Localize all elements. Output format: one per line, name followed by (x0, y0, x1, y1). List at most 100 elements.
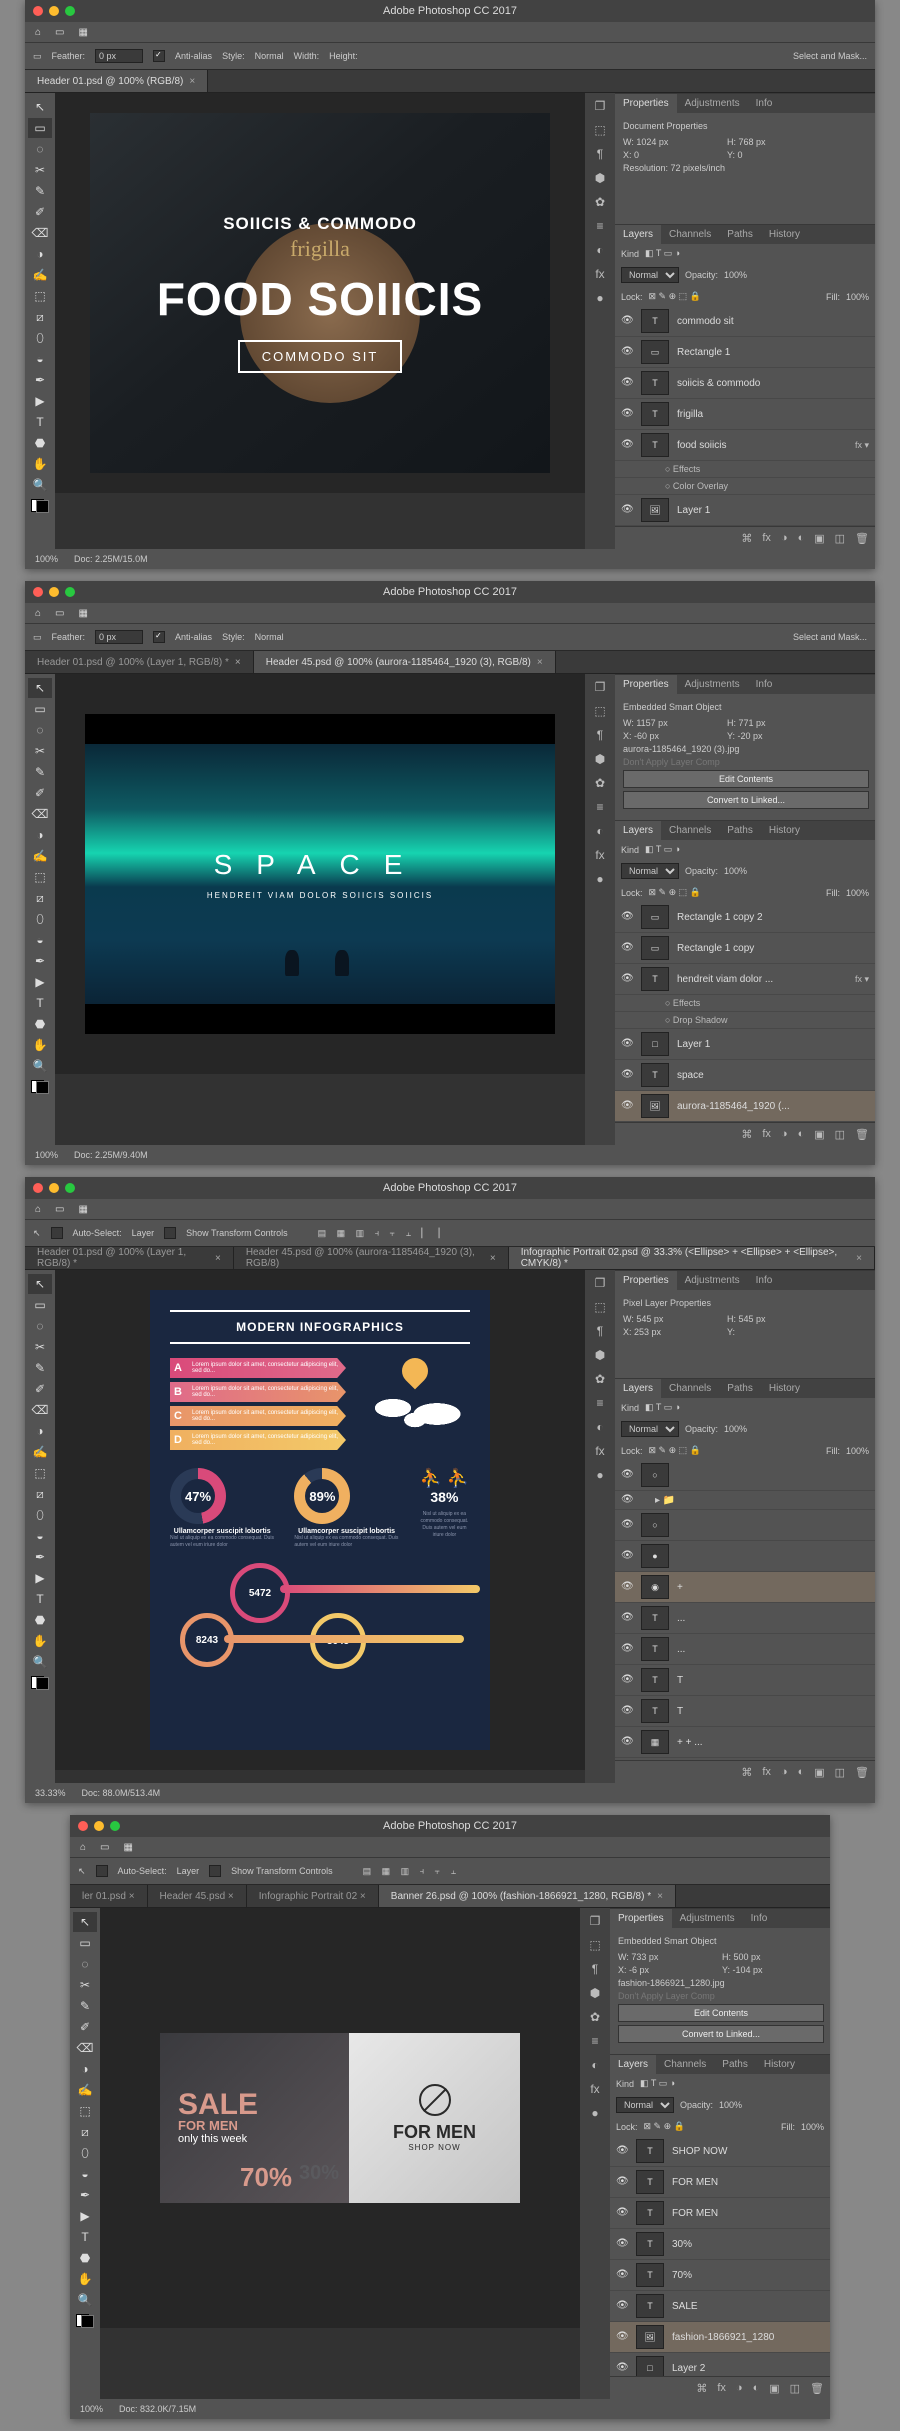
visibility-icon[interactable]: 👁 (621, 504, 633, 516)
close-tab-icon[interactable]: × (189, 76, 195, 87)
tool-10[interactable]: ⧄ (28, 307, 52, 327)
panel-icon-2[interactable]: ¶ (597, 728, 603, 742)
panel-icon-6[interactable]: ◐ (596, 1420, 603, 1434)
tool-5[interactable]: ✐ (28, 1379, 52, 1399)
panel-icon-0[interactable]: ❐ (595, 99, 606, 113)
tool-10[interactable]: ⧄ (28, 1484, 52, 1504)
color-swatch[interactable] (73, 2311, 97, 2331)
tool-3[interactable]: ✂ (28, 1337, 52, 1357)
visibility-icon[interactable]: 👁 (616, 2145, 628, 2157)
panel-icon-8[interactable]: ● (596, 1468, 603, 1482)
panel-icon-5[interactable]: ≡ (596, 800, 603, 814)
tool-18[interactable]: 🔍 (28, 1056, 52, 1076)
canvas[interactable]: SPACE HENDREIT VIAM DOLOR SOIICIS SOIICI… (55, 674, 585, 1074)
tool-6[interactable]: ⌫ (73, 2038, 97, 2058)
tool-13[interactable]: ✒ (73, 2185, 97, 2205)
tab-properties[interactable]: Properties (615, 94, 677, 113)
tool-18[interactable]: 🔍 (28, 475, 52, 495)
panel-icon-6[interactable]: ◐ (596, 824, 603, 838)
layer-row[interactable]: 👁▭Rectangle 1 copy (615, 933, 875, 964)
tool-6[interactable]: ⌫ (28, 1400, 52, 1420)
tool-8[interactable]: ✍ (73, 2080, 97, 2100)
edit-contents-button[interactable]: Edit Contents (618, 2004, 824, 2022)
panel-icon-3[interactable]: ⬢ (595, 171, 605, 185)
select-mask-button[interactable]: Select and Mask... (793, 51, 867, 61)
visibility-icon[interactable]: 👁 (621, 911, 633, 923)
layer-row[interactable]: 👁Tcommodo sit (615, 306, 875, 337)
tool-10[interactable]: ⧄ (28, 888, 52, 908)
visibility-icon[interactable]: 👁 (621, 408, 633, 420)
visibility-icon[interactable]: 👁 (621, 1100, 633, 1112)
layer-group[interactable]: 👁▸ 📁 (615, 1491, 875, 1510)
tool-2[interactable]: ◌ (28, 1316, 52, 1336)
tool-7[interactable]: ◑ (28, 825, 52, 845)
tool-3[interactable]: ✂ (28, 160, 52, 180)
tool-17[interactable]: ✋ (28, 1631, 52, 1651)
home-icon[interactable]: ⌂ (35, 27, 41, 38)
collapsed-panels[interactable]: ❐⬚¶⬢✿≡◐fx● (585, 674, 615, 1145)
tool-16[interactable]: ⬣ (28, 1014, 52, 1034)
tool-14[interactable]: ▶ (28, 391, 52, 411)
collapsed-panels[interactable]: ❐⬚¶⬢✿≡◐fx● (585, 1270, 615, 1783)
tool-18[interactable]: 🔍 (28, 1652, 52, 1672)
tool-3[interactable]: ✂ (73, 1975, 97, 1995)
panel-icon-4[interactable]: ✿ (595, 776, 605, 790)
edit-contents-button[interactable]: Edit Contents (623, 770, 869, 788)
panel-icon-5[interactable]: ≡ (591, 2034, 598, 2048)
zoom-level[interactable]: 100% (35, 554, 58, 564)
panel-icon-4[interactable]: ✿ (595, 1372, 605, 1386)
visibility-icon[interactable]: 👁 (621, 1519, 633, 1531)
layer-row[interactable]: 👁▭Rectangle 1 copy 2 (615, 902, 875, 933)
panel-icon-1[interactable]: ⬚ (594, 1300, 605, 1314)
tool-16[interactable]: ⬣ (28, 1610, 52, 1630)
icon-menubar[interactable]: ⌂▭▦ (25, 22, 875, 42)
layer-row[interactable]: 👁□Layer 2 (610, 2353, 830, 2376)
visibility-icon[interactable]: 👁 (621, 1674, 633, 1686)
tab-paths[interactable]: Paths (719, 225, 761, 244)
visibility-icon[interactable]: 👁 (621, 346, 633, 358)
tool-17[interactable]: ✋ (28, 1035, 52, 1055)
tool-12[interactable]: ◒ (73, 2164, 97, 2184)
visibility-icon[interactable]: 👁 (621, 973, 633, 985)
tool-3[interactable]: ✂ (28, 741, 52, 761)
tool-9[interactable]: ⬚ (28, 1463, 52, 1483)
panel-icon-1[interactable]: ⬚ (594, 704, 605, 718)
tool-5[interactable]: ✐ (73, 2017, 97, 2037)
align-icons[interactable]: ▤ ▦ ▥ ⫞ ⫟ ⫠ ▏▕ (318, 1228, 444, 1239)
layer-row[interactable]: 👁● (615, 1541, 875, 1572)
layer-row[interactable]: 👁□Layer 1 (615, 1029, 875, 1060)
tool-18[interactable]: 🔍 (73, 2290, 97, 2310)
tool-8[interactable]: ✍ (28, 265, 52, 285)
tool-14[interactable]: ▶ (73, 2206, 97, 2226)
tool-8[interactable]: ✍ (28, 1442, 52, 1462)
select-mask-button[interactable]: Select and Mask... (793, 632, 867, 642)
tool-4[interactable]: ✎ (28, 1358, 52, 1378)
layer-row[interactable]: 👁Thendreit viam dolor ...fx ▾ (615, 964, 875, 995)
tool-2[interactable]: ◌ (28, 139, 52, 159)
layer-row[interactable]: 👁🖼aurora-1185464_1920 (... (615, 1091, 875, 1122)
visibility-icon[interactable]: 👁 (616, 2331, 628, 2343)
doc-tab[interactable]: Header 01.psd @ 100% (RGB/8)× (25, 70, 208, 92)
tool-15[interactable]: T (28, 1589, 52, 1609)
tool-1[interactable]: ▭ (73, 1933, 97, 1953)
tool-11[interactable]: ⬯ (73, 2143, 97, 2163)
tool-11[interactable]: ⬯ (28, 328, 52, 348)
layer-row[interactable]: 👁T30% (610, 2229, 830, 2260)
tool-2[interactable]: ◌ (28, 720, 52, 740)
layer-row[interactable]: 👁◉ + (615, 1572, 875, 1603)
transform-checkbox[interactable] (164, 1227, 176, 1239)
visibility-icon[interactable]: 👁 (621, 1643, 633, 1655)
tool-9[interactable]: ⬚ (73, 2101, 97, 2121)
panel-icon-6[interactable]: ◐ (591, 2058, 598, 2072)
panel-icon-5[interactable]: ≡ (596, 219, 603, 233)
panel-icon-4[interactable]: ✿ (595, 195, 605, 209)
visibility-icon[interactable]: 👁 (621, 377, 633, 389)
tool-8[interactable]: ✍ (28, 846, 52, 866)
autoselect-checkbox[interactable] (51, 1227, 63, 1239)
doc-tab-active[interactable]: Header 45.psd @ 100% (aurora-1185464_192… (254, 651, 556, 673)
collapsed-panels[interactable]: ❐⬚¶⬢✿≡◐fx● (580, 1908, 610, 2399)
collapsed-panels[interactable]: ❐⬚¶⬢✿≡◐fx● (585, 93, 615, 549)
doc-tab[interactable]: Header 01.psd @ 100% (Layer 1, RGB/8) *× (25, 651, 254, 673)
panel-icon-6[interactable]: ◐ (596, 243, 603, 257)
layer-row[interactable]: 👁TT (615, 1665, 875, 1696)
